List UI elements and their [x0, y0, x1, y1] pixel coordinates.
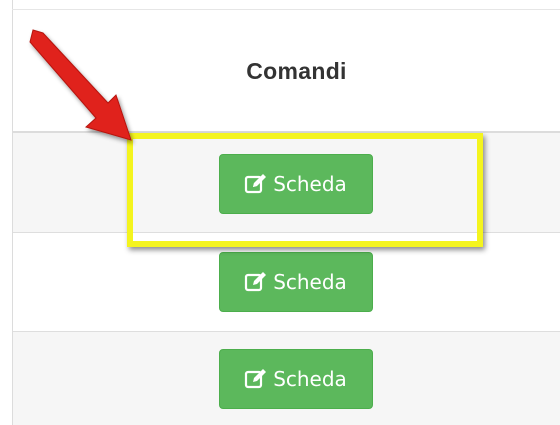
scheda-button-label: Scheda: [273, 270, 347, 294]
scheda-button-label: Scheda: [273, 171, 347, 196]
edit-icon: [244, 173, 268, 195]
scheda-button[interactable]: Scheda: [218, 252, 373, 312]
column-header-comandi: Comandi: [246, 57, 347, 84]
table-row: Scheda: [13, 332, 560, 425]
scheda-button[interactable]: Scheda: [218, 348, 373, 409]
edit-icon: [244, 271, 268, 293]
table-header-cell: Comandi: [13, 10, 560, 132]
table-row: Scheda: [13, 133, 560, 233]
scheda-button-label: Scheda: [273, 366, 347, 391]
table-row: Scheda: [13, 233, 560, 332]
edit-icon: [244, 368, 268, 390]
scheda-button[interactable]: Scheda: [218, 153, 373, 214]
screenshot-stage: Comandi Scheda Scheda Scheda: [0, 0, 560, 425]
